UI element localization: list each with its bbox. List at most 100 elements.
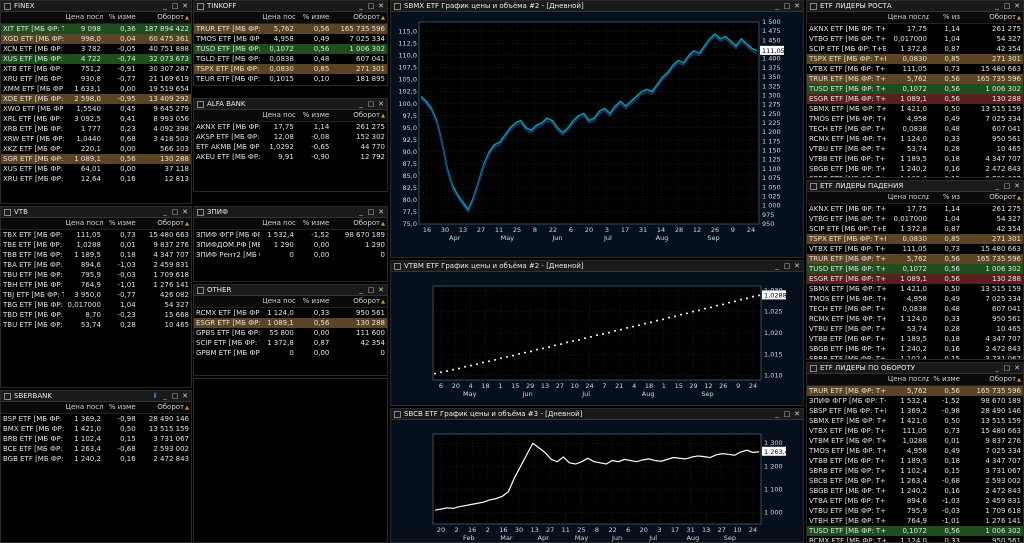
table-row[interactable]: TRUR ETF [МБ ФР: Т+Е 5,762 0,56 165 735 596 (807, 73, 1023, 84)
table-row[interactable]: ЗПИФДОМ.РФ [МБ ФР: Т+ 1 290 0,00 1 290 (194, 240, 387, 250)
maximize-icon[interactable]: □ (367, 100, 375, 108)
column-header-name[interactable] (807, 192, 886, 204)
table-row[interactable]: XUS ETF [МБ ФР: Т+Е 64,01 0,00 37 118 (1, 164, 191, 174)
close-icon[interactable]: ✕ (1013, 364, 1021, 372)
column-header-turnover[interactable]: Оборот (961, 192, 1023, 204)
table-row[interactable]: TECH ETF [МБ ФР: Т+Е 0,0838 0,48 607 041 (807, 304, 1023, 314)
close-icon[interactable]: ✕ (181, 208, 189, 216)
column-header-price[interactable]: Цена послд (885, 192, 929, 204)
table-row[interactable]: TRUR ETF [МБ ФР: Т+Е 5,762 0,56 165 735 596 (807, 385, 1023, 396)
table-row[interactable]: ЗПИФ ФГР [МБ ФР: Т+Е 1 532,4 -1,52 98 670 1… (194, 229, 387, 240)
close-icon[interactable]: ✕ (793, 262, 801, 270)
table-row[interactable]: XRU ETF [МБ ФР: Т+Е 930,8 -0,77 21 169 619 (1, 74, 191, 84)
table-row[interactable]: XIT ETF [МБ ФР: Т+Е9 0980,36187 894 422 (1, 23, 191, 34)
table-row[interactable]: XTB ETF [МБ ФР: Т+Е 751,2 -0,91 30 307 287 (1, 64, 191, 74)
maximize-icon[interactable]: □ (171, 208, 179, 216)
table-row[interactable]: VTBU ETF [МБ ФР: Т+Е 53,74 0,28 10 465 (807, 144, 1023, 154)
table-row[interactable]: BSP ETF [МБ ФР: Т+Е 1 369,2 -0,98 28 490 14… (1, 413, 191, 424)
maximize-icon[interactable]: □ (367, 286, 375, 294)
column-header-pct[interactable]: % изме (928, 374, 962, 386)
table-row[interactable]: XDE ETF [МБ ФР: Т+Е2 598,0-0,9513 409 29… (1, 93, 191, 104)
table-row[interactable]: VTBG ETF [МБ ФР: Т+Е 0,017000 1,04 54 327 (807, 34, 1023, 44)
table-row[interactable]: AKSP ETF [МБ ФР: Т+Е 12,08 -0,08 152 302 (194, 132, 387, 142)
table-row[interactable]: TBG ETF [МБ ФР: Т+Е0,017000 1,04 54 327 (1, 300, 191, 310)
minimize-icon[interactable]: _ (773, 262, 781, 270)
table-row[interactable]: TUSD ETF [МБ ФР: Т+Е 0,1072 0,56 1 006 302 (807, 263, 1023, 274)
table-row[interactable]: XRB ETF [МБ ФР: Т+Е 1 777 0,23 4 092 398 (1, 124, 191, 134)
table-row[interactable]: TUSD ETF [МБ ФР: Т+Е 0,1072 0,56 1 006 302 (807, 83, 1023, 94)
table-row[interactable]: XUS ETF [МБ ФР: Т+Е4 722-0,7432 073 673 (1, 53, 191, 64)
table-row[interactable]: RCMX ETF [МБ ФР: Т+Е 1 124,0 0,33 950 561 (807, 536, 1023, 543)
table-row[interactable]: TRUR ETF [МБ ФР: Т+5,7620,56165 735 596 (194, 23, 387, 34)
table-row[interactable]: VTBB ETF [МБ ФР: Т+Е 1 189,5 0,18 4 347 707 (807, 154, 1023, 164)
vtb-panel-title-bar[interactable]: VTB _ □ ✕ (1, 207, 191, 218)
table-row[interactable]: XMM ETF [МБ ФР: Т+Е 1 633,1 0,00 19 519 654 (1, 84, 191, 94)
other-panel-title-bar[interactable]: OTHER _ □ ✕ (194, 285, 387, 296)
column-header-pct[interactable]: % изме (295, 110, 332, 122)
table-row[interactable]: TBA ETF [МБ ФР: Т+Е 894,6 -1,03 2 459 831 (1, 260, 191, 270)
table-row[interactable]: BGB ETF [МБ ФР: Т+Е 1 240,2 0,16 2 472 843 (1, 454, 191, 464)
table-row[interactable]: XCN ETF [МБ ФР: Т+Е 3 782 -0,05 40 751 888 (1, 44, 191, 54)
column-header-name[interactable] (194, 218, 261, 230)
close-icon[interactable]: ✕ (377, 208, 385, 216)
table-row[interactable]: VTBA ETF [МБ ФР: Т+Е 894,6 -1,03 2 459 831 (807, 496, 1023, 506)
table-row[interactable]: VTBX ETF [МБ ФР: Т+Е 111,05 0,73 15 480 663 (807, 244, 1023, 254)
table-row[interactable]: VTBU ETF [МБ ФР: Т+Е 53,74 0,28 10 465 (807, 324, 1023, 334)
table-row[interactable]: TBX ETF [МБ ФР: Т+Е 111,05 0,73 15 480 663 (1, 229, 191, 240)
etf-leaders-up-title-bar[interactable]: ETF ЛИДЕРЫ РОСТА _ □ ✕ (807, 1, 1023, 12)
table-row[interactable]: RCMX ETF [МБ ФР: Т+Е 1 124,0 0,33 950 561 (807, 134, 1023, 144)
sbcb-chart-title-bar[interactable]: SBCB ETF График цены и объёма #3 - [Днев… (391, 409, 803, 420)
column-header-name[interactable] (1, 402, 64, 414)
sbcb-chart-canvas[interactable]: 1 000 1 100 1 200 1 300 20 2 16 2 16 30 13 27 11 25 8 2… (391, 420, 804, 543)
minimize-icon[interactable]: _ (993, 182, 1001, 190)
column-header-price[interactable]: Цена послд (885, 12, 929, 24)
column-header-price[interactable]: Цена послд (260, 296, 296, 308)
minimize-icon[interactable]: _ (161, 208, 169, 216)
table-row[interactable]: ETF AKMB [МБ ФР: Т+Е 1,0292 -0,65 44 770 (194, 142, 387, 152)
sbmx-chart-canvas[interactable]: 75,0 77,5 80,0 82,5 85,0 87,5 90,0 92,5 95,0 97,5… (391, 12, 804, 248)
column-header-price[interactable]: Цена послд (63, 402, 103, 414)
column-header-price[interactable]: Цена послд (885, 374, 929, 386)
maximize-icon[interactable]: □ (367, 208, 375, 216)
table-row[interactable]: SBMX ETF [МБ ФР: Т+Е 1 421,0 0,50 13 515 15… (807, 416, 1023, 426)
table-row[interactable]: TBE ETF [МБ ФР: Т+Е 1,0288 0,01 9 837 276 (1, 240, 191, 250)
table-row[interactable]: XRL ETF [МБ ФР: Т+Е 3 092,5 0,41 8 993 056 (1, 114, 191, 124)
table-row[interactable]: ESGR ETF [МБ ФР: Т+Е1 089,10,56130 288 (807, 273, 1023, 284)
pin-icon[interactable]: ⬇ (151, 392, 159, 400)
table-row[interactable]: GPBM ETF [МБ ФР: Т+Е 0 0,00 0 (194, 348, 387, 358)
table-row[interactable]: TBB ETF [МБ ФР: Т+Е 1 189,5 0,18 4 347 707 (1, 250, 191, 260)
table-row[interactable]: AKNX ETF [МБ ФР: Т+Е 17,75 1,14 261 275 (807, 23, 1023, 34)
column-header-name[interactable] (1, 12, 64, 24)
close-icon[interactable]: ✕ (1013, 182, 1021, 190)
table-row[interactable]: ЗПИФ ФГР [МБ ФР: Т+Е 1 532,4 -1,52 98 670 1… (807, 396, 1023, 406)
column-header-name[interactable] (194, 296, 261, 308)
table-row[interactable]: TUSD ETF [МБ ФР: Т+Е 0,1072 0,56 1 006 302 (807, 525, 1023, 536)
minimize-icon[interactable]: _ (357, 208, 365, 216)
table-row[interactable]: SGR ETF [МБ ФР: Т+Е1 089,10,56130 288 (1, 153, 191, 164)
minimize-icon[interactable]: _ (993, 2, 1001, 10)
close-icon[interactable]: ✕ (377, 100, 385, 108)
table-row[interactable]: SCIP ETF [МБ ФР: Т+Е 1 372,8 0,87 42 354 (807, 44, 1023, 54)
column-header-pct[interactable]: % изме (295, 218, 332, 230)
table-row[interactable]: TSPX ETF [МБ ФР: Т+Е 0,0830 0,85 271 301 (807, 233, 1023, 244)
table-row[interactable]: TRUR ETF [МБ ФР: Т+Е 5,762 0,56 165 735 596 (807, 253, 1023, 264)
table-row[interactable]: AKEU ETF [МБ ФР: Т+Е 9,91 -0,90 12 792 (194, 152, 387, 162)
zpif-panel-title-bar[interactable]: ЗПИФ _ □ ✕ (194, 207, 387, 218)
table-row[interactable]: RCMX ETF [МБ ФР: Т+Е 1 124,0 0,33 950 561 (807, 314, 1023, 324)
table-row[interactable]: VTBB ETF [МБ ФР: Т+Е 1 189,5 0,18 4 347 707 (807, 456, 1023, 466)
etf-leaders-turnover-title-bar[interactable]: ETF ЛИДЕРЫ ПО ОБОРОТУ _ □ ✕ (807, 363, 1023, 374)
table-row[interactable]: XKZ ETF [МБ ФР: Т+Е 220,1 0,00 566 103 (1, 144, 191, 154)
minimize-icon[interactable]: _ (161, 392, 169, 400)
column-header-name[interactable] (194, 110, 261, 122)
close-icon[interactable]: ✕ (793, 410, 801, 418)
maximize-icon[interactable]: □ (783, 262, 791, 270)
etf-leaders-down-title-bar[interactable]: ETF ЛИДЕРЫ ПАДЕНИЯ _ □ ✕ (807, 181, 1023, 192)
table-row[interactable]: XGD ETF [МБ ФР: Т+Е998,00,0460 475 361 (1, 33, 191, 44)
table-row[interactable]: TMOS ETF [МБ ФР: Т+Е 4,958 0,49 7 025 334 (807, 114, 1023, 124)
column-header-price[interactable]: Цена послд (260, 110, 296, 122)
minimize-icon[interactable]: _ (357, 286, 365, 294)
alfa-bank-panel-title-bar[interactable]: ALFA BANK _ □ ✕ (194, 99, 387, 110)
table-row[interactable]: TBH ETF [МБ ФР: Т+Е 764,9 -1,01 1 276 141 (1, 280, 191, 290)
maximize-icon[interactable]: □ (1003, 2, 1011, 10)
table-row[interactable]: TBD ETF [МБ ФР: Т+Е 8,70 -0,23 15 668 (1, 310, 191, 320)
